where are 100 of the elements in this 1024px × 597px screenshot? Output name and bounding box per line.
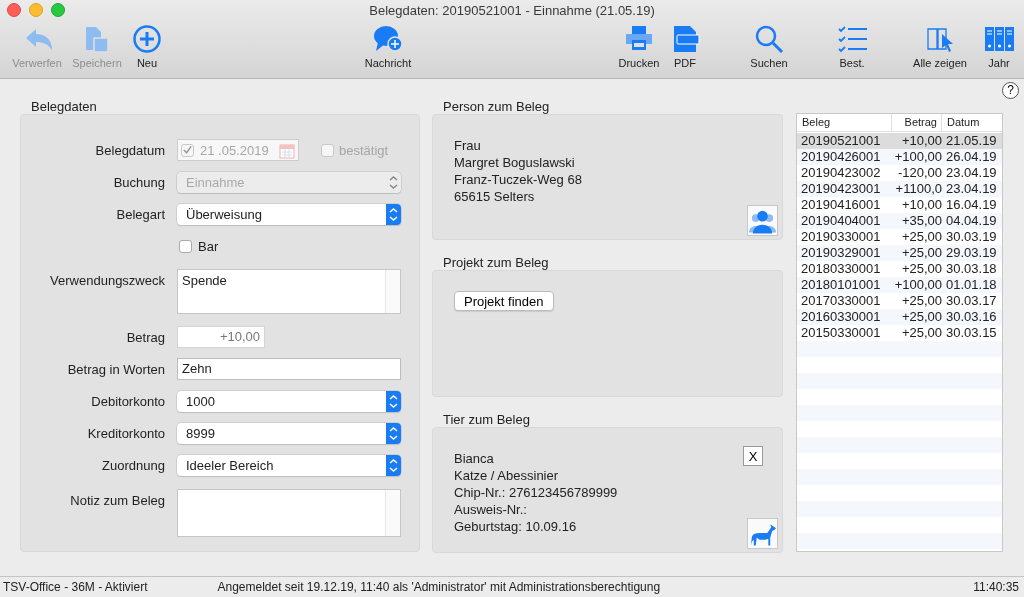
- table-row[interactable]: 20190426001 +100,00 26.04.19: [797, 149, 1002, 165]
- table-cell-text: +25,00: [900, 245, 942, 261]
- info-line: Bianca: [454, 450, 494, 467]
- table-cell-text: -120,00: [896, 165, 942, 181]
- table-row[interactable]: 20190423001 +1100,0 23.04.19: [797, 181, 1002, 197]
- table-cell-text: +100,00: [893, 149, 942, 165]
- table-cell-text: 30.03.18: [945, 261, 998, 277]
- animal-button[interactable]: [747, 518, 778, 549]
- zoom-button[interactable]: [51, 3, 65, 17]
- stepper-icon: [386, 390, 401, 412]
- field-label: Buchung: [112, 174, 165, 190]
- info-line: Frau: [454, 137, 481, 154]
- minimize-button[interactable]: [29, 3, 43, 17]
- toolbar-button[interactable]: PDF: [664, 20, 706, 76]
- info-line: Franz-Tuczek-Weg 68: [454, 171, 582, 188]
- field-label: Belegdatum: [94, 142, 165, 158]
- table-cell-text: +25,00: [900, 229, 942, 245]
- find-project-button[interactable]: Projekt finden: [454, 291, 554, 311]
- chat-bubble-plus-icon: [373, 24, 403, 54]
- field-label: Kreditorkonto: [86, 425, 165, 441]
- table-cell-text: 20160330001: [800, 309, 882, 325]
- info-line: 65615 Selters: [454, 188, 535, 205]
- stepper-icon: [386, 203, 401, 225]
- dropdown[interactable]: 8999: [177, 422, 401, 444]
- close-button[interactable]: [7, 3, 21, 17]
- field-label: Notiz zum Beleg: [69, 493, 165, 508]
- calendar-icon: [279, 141, 295, 159]
- text-area[interactable]: Spende: [177, 269, 401, 314]
- table-row[interactable]: 20190416001 +10,00 16.04.19: [797, 197, 1002, 213]
- table-cell-text: 20190423001: [800, 181, 882, 197]
- table-row[interactable]: 20190330001 +25,00 30.03.19: [797, 229, 1002, 245]
- table-cell-text: 01.01.18: [945, 277, 998, 293]
- field-label: Belegart: [115, 206, 165, 222]
- status-message: Angemeldet seit 19.12.19, 11:40 als 'Administrator' mit Administrationsberechtigung: [216, 580, 662, 594]
- status-time: 11:40:35: [973, 580, 1019, 594]
- column-header[interactable]: Betrag: [892, 114, 942, 131]
- field-label: Verwendungszweck: [49, 273, 165, 288]
- info-line: Ausweis-Nr.:: [454, 501, 527, 518]
- bar-checkbox[interactable]: Bar: [179, 238, 219, 254]
- section-title: Belegdaten: [30, 99, 98, 114]
- table-cell-text: 04.04.19: [945, 213, 998, 229]
- table-cell-text: +25,00: [900, 261, 942, 277]
- section-title: Tier zum Beleg: [442, 412, 531, 427]
- table-cell-text: +10,00: [900, 197, 942, 213]
- text-field[interactable]: Zehn: [177, 358, 401, 380]
- info-line: Margret Boguslawski: [454, 154, 575, 171]
- table-cell-text: 21.05.19: [945, 133, 998, 149]
- table-row[interactable]: 20190521001 +10,00 21.05.19: [797, 133, 1002, 149]
- table-row[interactable]: 20180330001 +25,00 30.03.18: [797, 261, 1002, 277]
- field-label: Zuordnung: [101, 457, 165, 473]
- table-cell-text: 30.03.16: [945, 309, 998, 325]
- table-cell-text: 23.04.19: [945, 165, 998, 181]
- table-cell-text: 20170330001: [800, 293, 882, 309]
- stepper-icon: [386, 422, 401, 444]
- amount-field[interactable]: +10,00: [177, 326, 265, 348]
- toolbar-button[interactable]: Suchen: [742, 20, 796, 76]
- table-cell-text: 30.03.15: [945, 325, 998, 341]
- table-row[interactable]: 20190404001 +35,00 04.04.19: [797, 213, 1002, 229]
- toolbar-button[interactable]: Best.: [830, 20, 874, 76]
- table-cell-text: +25,00: [900, 293, 942, 309]
- table-cell-text: 20150330001: [800, 325, 882, 341]
- table-cell-text: +100,00: [893, 277, 942, 293]
- remove-button[interactable]: X: [743, 446, 763, 466]
- table-row[interactable]: 20190423002 -120,00 23.04.19: [797, 165, 1002, 181]
- table-row[interactable]: 20160330001 +25,00 30.03.16: [797, 309, 1002, 325]
- table-cell-text: 29.03.19: [945, 245, 998, 261]
- toolbar-button[interactable]: Alle zeigen: [907, 20, 973, 76]
- table-cell-text: +25,00: [900, 309, 942, 325]
- table-row[interactable]: 20190329001 +25,00 29.03.19: [797, 245, 1002, 261]
- plus-circle-icon: [132, 24, 162, 54]
- table-row[interactable]: 20150330001 +25,00 30.03.15: [797, 325, 1002, 341]
- field-label: Betrag: [125, 329, 165, 345]
- dropdown[interactable]: Ideeler Bereich: [177, 454, 401, 476]
- person-button[interactable]: [747, 205, 778, 236]
- table-row[interactable]: 20180101001 +100,00 01.01.18: [797, 277, 1002, 293]
- table-cell-text: +35,00: [900, 213, 942, 229]
- table-cell-text: +1100,0: [894, 181, 942, 197]
- checklist-icon: [837, 24, 867, 54]
- dropdown[interactable]: Überweisung: [177, 203, 401, 225]
- binders-icon: [984, 24, 1014, 54]
- table-cell-text: 30.03.17: [945, 293, 998, 309]
- toolbar-button[interactable]: Jahr: [979, 20, 1019, 76]
- table-cell-text: +25,00: [900, 325, 942, 341]
- toolbar-button[interactable]: Drucken: [614, 20, 664, 76]
- table-cell-text: 30.03.19: [945, 229, 998, 245]
- dropdown[interactable]: 1000: [177, 390, 401, 412]
- info-line: Chip-Nr.: 276123456789999: [454, 484, 618, 501]
- status-app-text: TSV-Office - 36M - Aktiviert: [3, 580, 148, 594]
- table-cell-text: 20190404001: [800, 213, 882, 229]
- toolbar-button[interactable]: Neu: [124, 20, 170, 76]
- table-cell-text: +10,00: [900, 133, 942, 149]
- toolbar-button[interactable]: Nachricht: [353, 20, 423, 76]
- column-header[interactable]: Datum: [942, 114, 1002, 131]
- table-row[interactable]: 20170330001 +25,00 30.03.17: [797, 293, 1002, 309]
- text-area[interactable]: [177, 489, 401, 537]
- help-button[interactable]: ?: [1002, 82, 1019, 99]
- table-cell-text: 20190423002: [800, 165, 882, 181]
- column-header[interactable]: Beleg: [797, 114, 892, 131]
- table-cell-text: 20180330001: [800, 261, 882, 277]
- window-title: Belegdaten: 20190521001 - Einnahme (21.05.19): [369, 3, 655, 18]
